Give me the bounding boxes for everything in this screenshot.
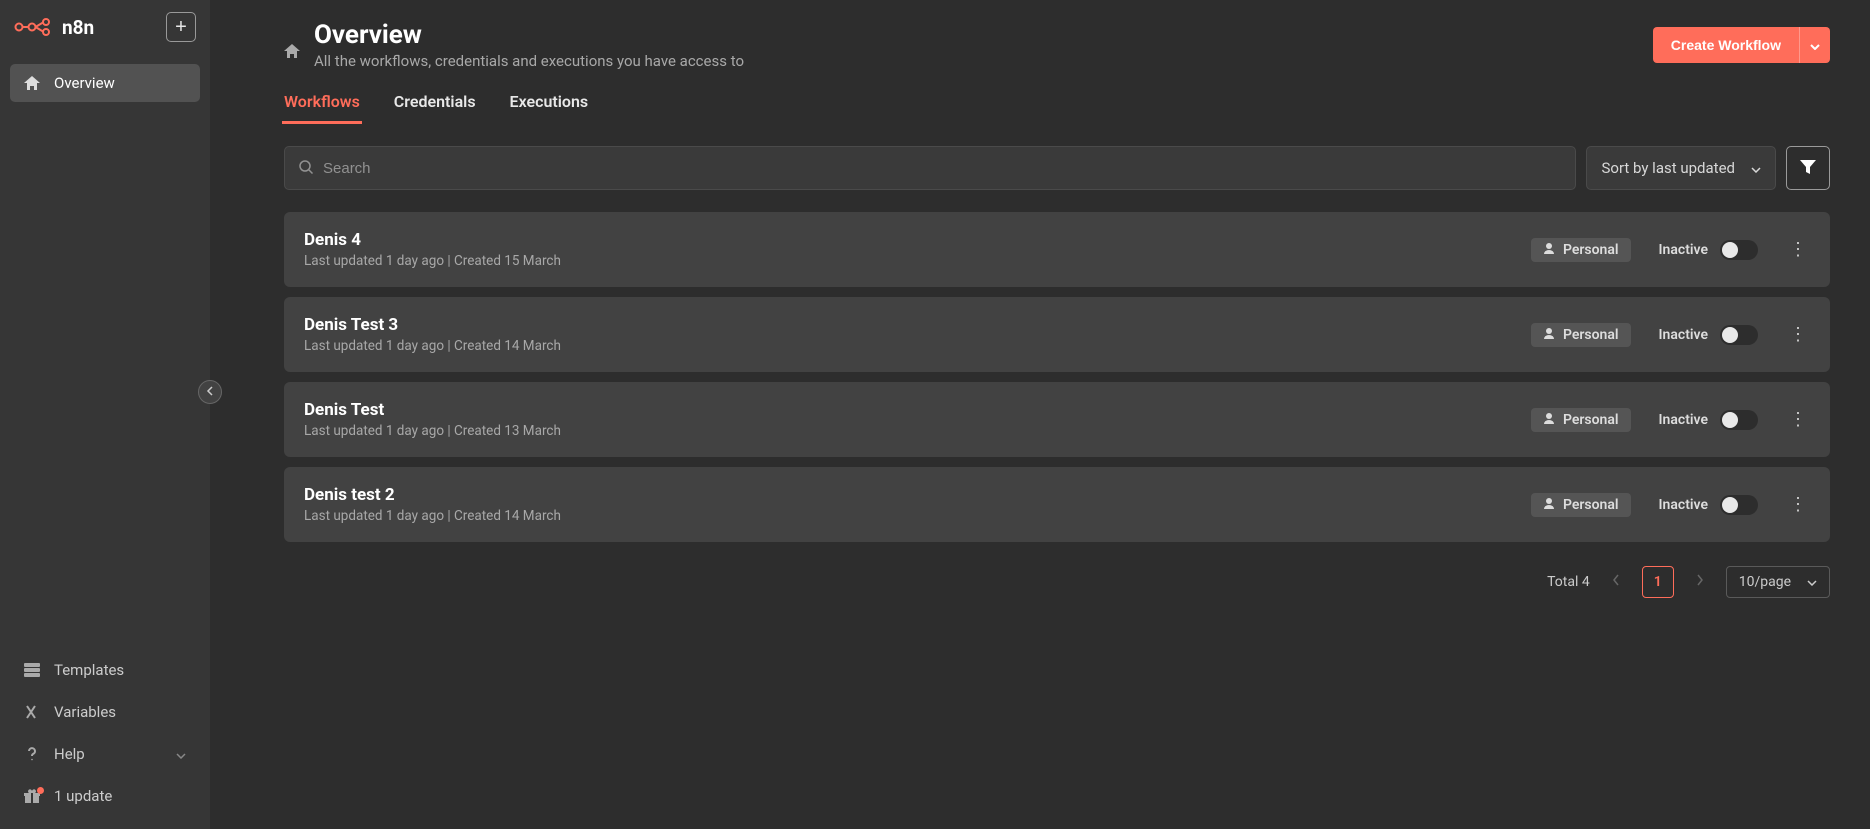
owner-badge: Personal	[1531, 408, 1631, 432]
question-icon	[24, 747, 40, 761]
dots-vertical-icon: ⋮	[1789, 494, 1807, 514]
create-workflow-dropdown[interactable]	[1799, 27, 1830, 63]
workflow-meta: Last updated 1 day ago | Created 13 Marc…	[304, 423, 1531, 439]
main-content: Overview All the workflows, credentials …	[210, 0, 1870, 829]
person-icon	[1543, 497, 1555, 513]
variable-icon	[24, 705, 40, 719]
workflow-meta: Last updated 1 day ago | Created 14 Marc…	[304, 338, 1531, 354]
sidebar-item-templates[interactable]: Templates	[10, 649, 200, 691]
person-icon	[1543, 327, 1555, 343]
tab-workflows[interactable]: Workflows	[282, 88, 362, 124]
sidebar-collapse-button[interactable]	[198, 380, 222, 404]
workflow-name: Denis 4	[304, 230, 1531, 250]
n8n-logo-icon	[14, 17, 56, 37]
person-icon	[1543, 242, 1555, 258]
status-label: Inactive	[1659, 412, 1708, 428]
workflow-card[interactable]: Denis test 2 Last updated 1 day ago | Cr…	[284, 467, 1830, 542]
home-icon	[284, 43, 300, 62]
workflow-list: Denis 4 Last updated 1 day ago | Created…	[284, 212, 1830, 542]
sidebar-item-label: Variables	[54, 703, 116, 721]
create-workflow-button[interactable]: Create Workflow	[1653, 27, 1799, 63]
workflow-menu-button[interactable]: ⋮	[1786, 324, 1810, 345]
sidebar: n8n + Overview Templates Variables	[0, 0, 210, 829]
filter-icon	[1800, 160, 1816, 177]
sidebar-header: n8n +	[10, 12, 200, 42]
workflow-menu-button[interactable]: ⋮	[1786, 409, 1810, 430]
dots-vertical-icon: ⋮	[1789, 239, 1807, 259]
sidebar-item-label: Templates	[54, 661, 124, 679]
workflow-meta: Last updated 1 day ago | Created 14 Marc…	[304, 508, 1531, 524]
home-icon	[24, 76, 40, 90]
workflow-card[interactable]: Denis Test Last updated 1 day ago | Crea…	[284, 382, 1830, 457]
owner-badge: Personal	[1531, 323, 1631, 347]
owner-badge: Personal	[1531, 238, 1631, 262]
logo[interactable]: n8n	[14, 16, 94, 39]
tab-credentials[interactable]: Credentials	[392, 88, 478, 124]
plus-icon: +	[175, 16, 187, 39]
chevron-down-icon	[176, 745, 186, 763]
chevron-down-icon	[1751, 159, 1761, 177]
person-icon	[1543, 412, 1555, 428]
active-toggle[interactable]	[1720, 325, 1758, 345]
pagination-prev[interactable]	[1608, 574, 1624, 590]
sort-dropdown[interactable]: Sort by last updated	[1586, 146, 1776, 190]
status-label: Inactive	[1659, 497, 1708, 513]
search-input[interactable]	[323, 160, 1561, 177]
sidebar-item-help[interactable]: Help	[10, 733, 200, 775]
page-size-dropdown[interactable]: 10/page	[1726, 566, 1830, 598]
workflow-card[interactable]: Denis 4 Last updated 1 day ago | Created…	[284, 212, 1830, 287]
pagination-next[interactable]	[1692, 574, 1708, 590]
sidebar-bottom: Templates Variables Help 1 update	[10, 649, 200, 817]
workflow-name: Denis Test 3	[304, 315, 1531, 335]
search-box[interactable]	[284, 146, 1576, 190]
sidebar-item-updates[interactable]: 1 update	[10, 775, 200, 817]
workflow-card[interactable]: Denis Test 3 Last updated 1 day ago | Cr…	[284, 297, 1830, 372]
chevron-down-icon	[1810, 38, 1820, 53]
gift-icon	[24, 789, 40, 803]
tab-executions[interactable]: Executions	[508, 88, 591, 124]
dots-vertical-icon: ⋮	[1789, 409, 1807, 429]
app-name: n8n	[62, 16, 94, 39]
search-icon	[299, 159, 313, 178]
sidebar-item-overview[interactable]: Overview	[10, 64, 200, 102]
tabs: Workflows Credentials Executions	[282, 88, 1830, 124]
create-workflow-group: Create Workflow	[1653, 27, 1830, 63]
status-label: Inactive	[1659, 327, 1708, 343]
workflow-menu-button[interactable]: ⋮	[1786, 494, 1810, 515]
sort-label: Sort by last updated	[1601, 159, 1735, 177]
owner-badge: Personal	[1531, 493, 1631, 517]
workflow-menu-button[interactable]: ⋮	[1786, 239, 1810, 260]
chevron-down-icon	[1807, 574, 1817, 590]
pagination-page-1[interactable]: 1	[1642, 566, 1674, 598]
sidebar-item-label: Help	[54, 745, 85, 763]
workflow-name: Denis Test	[304, 400, 1531, 420]
add-button[interactable]: +	[166, 12, 196, 42]
layers-icon	[24, 663, 40, 677]
active-toggle[interactable]	[1720, 410, 1758, 430]
page-title: Overview	[314, 20, 744, 50]
workflow-meta: Last updated 1 day ago | Created 15 Marc…	[304, 253, 1531, 269]
workflow-name: Denis test 2	[304, 485, 1531, 505]
dots-vertical-icon: ⋮	[1789, 324, 1807, 344]
sidebar-item-label: Overview	[54, 74, 115, 92]
active-toggle[interactable]	[1720, 240, 1758, 260]
status-label: Inactive	[1659, 242, 1708, 258]
sidebar-item-label: 1 update	[54, 787, 112, 805]
page-header: Overview All the workflows, credentials …	[284, 20, 1830, 70]
pagination: Total 4 1 10/page	[284, 566, 1830, 598]
sidebar-item-variables[interactable]: Variables	[10, 691, 200, 733]
pagination-total: Total 4	[1547, 574, 1590, 590]
active-toggle[interactable]	[1720, 495, 1758, 515]
page-subtitle: All the workflows, credentials and execu…	[314, 52, 744, 70]
controls-row: Sort by last updated	[284, 146, 1830, 190]
filter-button[interactable]	[1786, 146, 1830, 190]
chevron-left-icon	[206, 385, 214, 399]
